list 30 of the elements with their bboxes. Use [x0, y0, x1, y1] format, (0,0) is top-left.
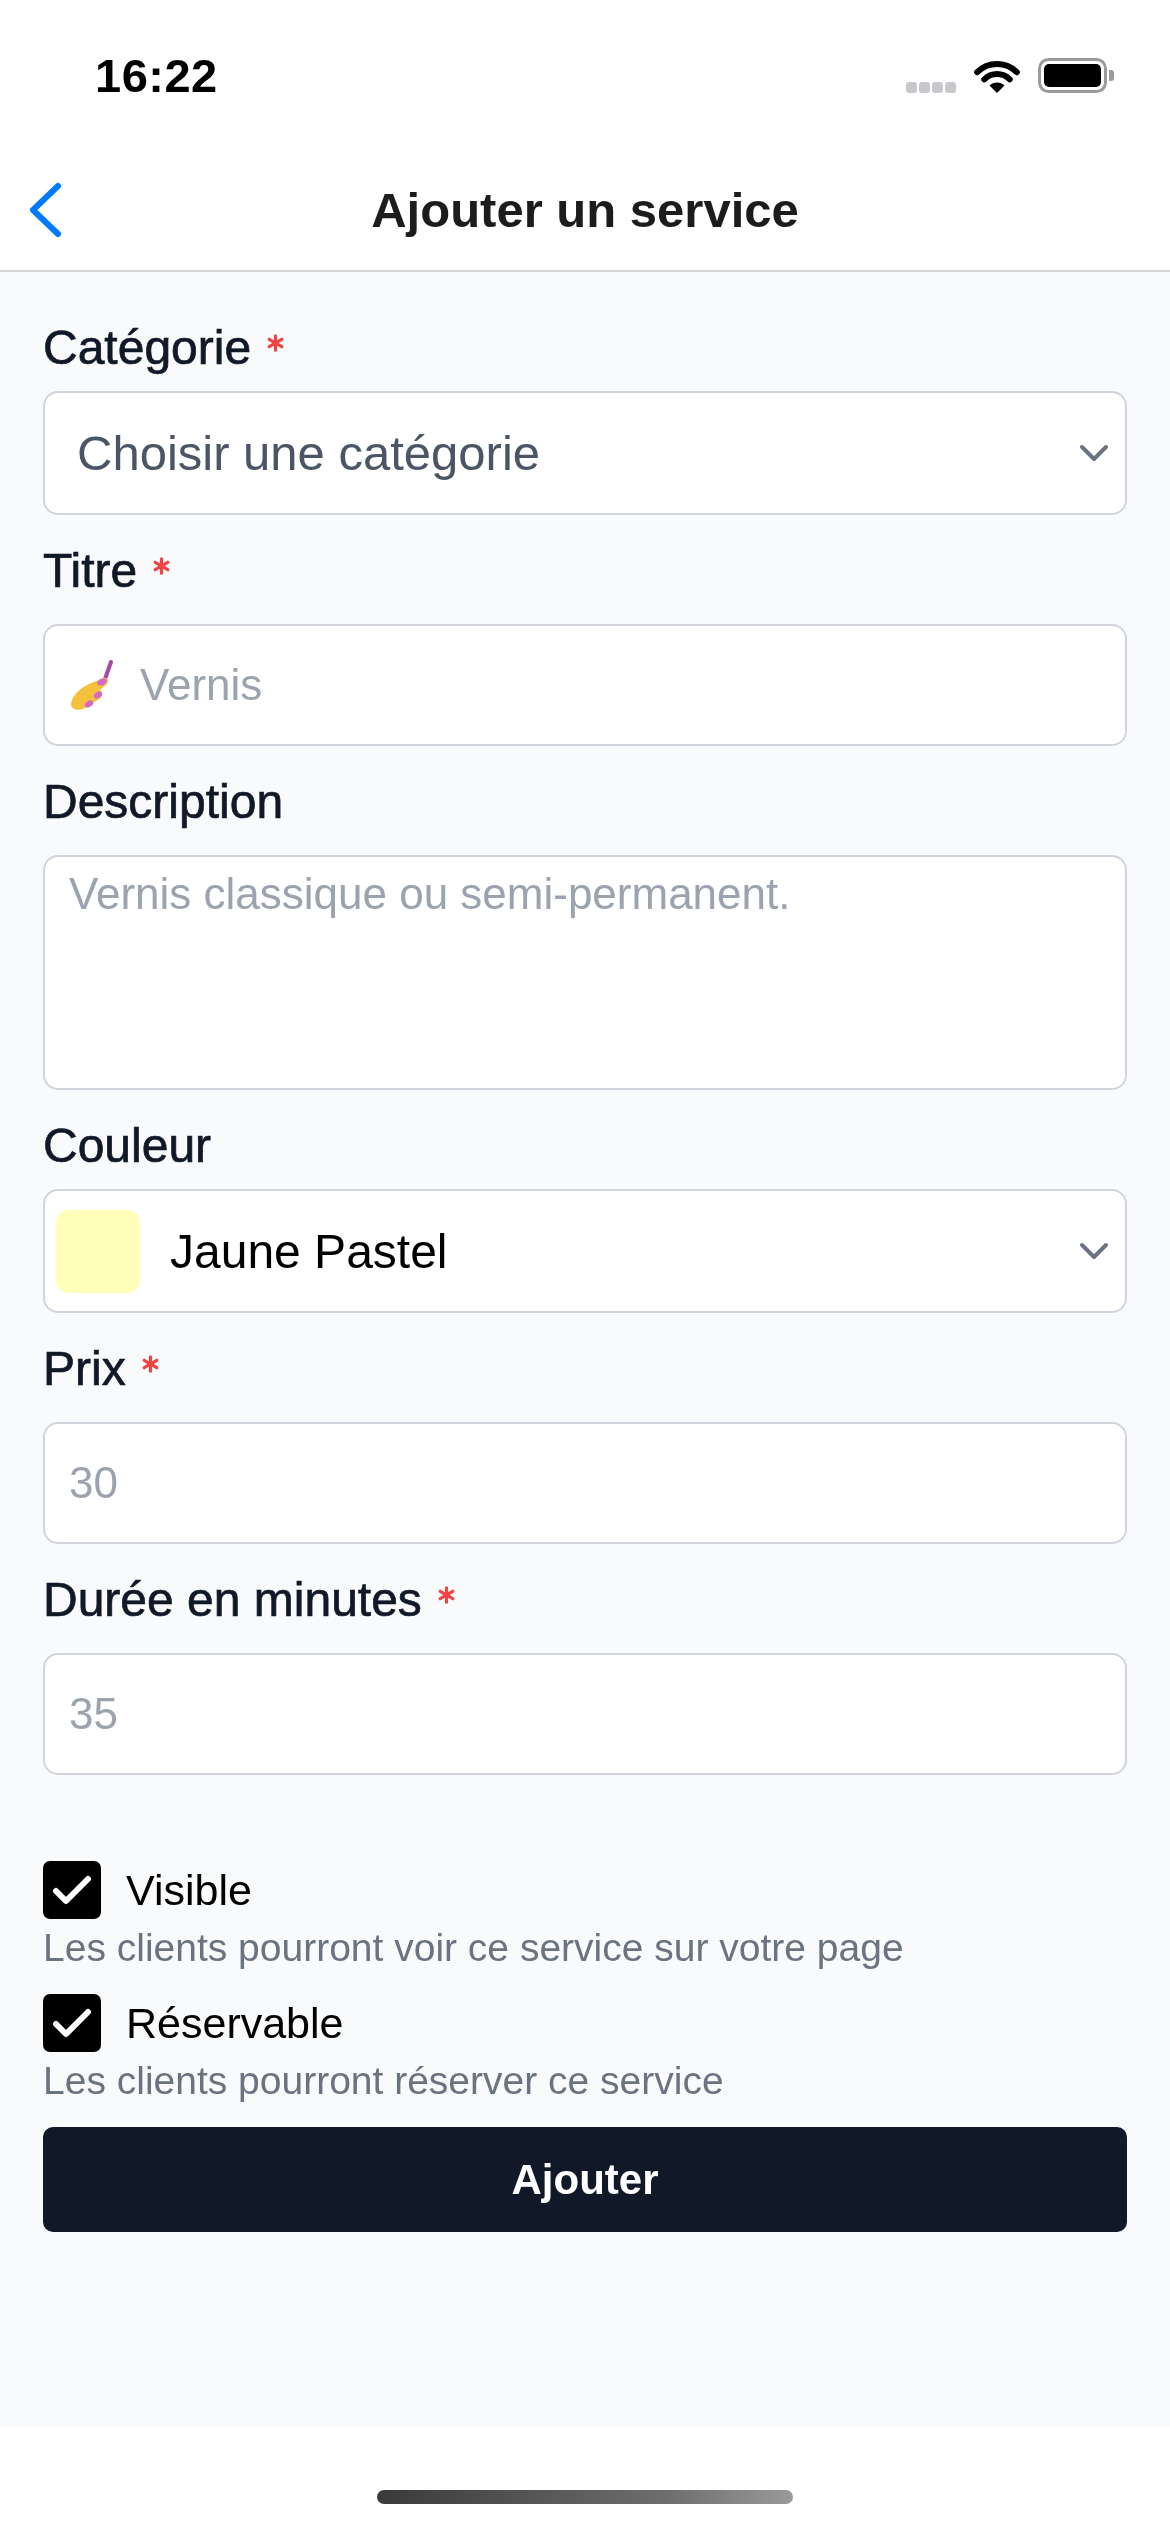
wifi-icon: [973, 58, 1021, 93]
signal-icon: [906, 81, 956, 93]
helper-text: Les clients pourront voir ce service sur votre page: [43, 1925, 904, 1971]
text-field[interactable]: 35: [43, 1653, 1127, 1775]
back-icon[interactable]: [28, 182, 62, 238]
textarea-field[interactable]: Vernis classique ou semi-permanent.: [43, 855, 1127, 1090]
check-icon: [52, 1874, 92, 1906]
field-label: Description: [43, 774, 284, 830]
checkbox-label: Visible: [126, 1865, 252, 1915]
battery-icon: [1038, 57, 1114, 93]
helper-text: Les clients pourront réserver ce service: [43, 2058, 724, 2104]
text-field[interactable]: Vernis: [43, 624, 1127, 746]
status-time: 16:22: [95, 47, 218, 103]
field-label: Titre: [43, 543, 138, 599]
chevron-down-icon: [1079, 1242, 1109, 1260]
nail-polish-icon: [69, 659, 116, 711]
checkbox[interactable]: [43, 1861, 101, 1919]
chevron-down-icon: [1079, 444, 1109, 462]
check-icon: [52, 2007, 92, 2039]
field-label: Couleur: [43, 1118, 212, 1174]
field-label: Prix: [43, 1341, 126, 1397]
field-label: Catégorie: [43, 320, 252, 376]
select-field[interactable]: Choisir une catégorie: [43, 391, 1127, 515]
checkbox-label: Réservable: [126, 1998, 344, 2048]
checkbox[interactable]: [43, 1994, 101, 2052]
field-label: Durée en minutes: [43, 1572, 422, 1628]
screen-title: Ajouter un service: [371, 182, 799, 238]
select-field[interactable]: Jaune Pastel: [43, 1189, 1127, 1313]
text-field[interactable]: 30: [43, 1422, 1127, 1544]
add-button[interactable]: Ajouter: [43, 2127, 1127, 2232]
